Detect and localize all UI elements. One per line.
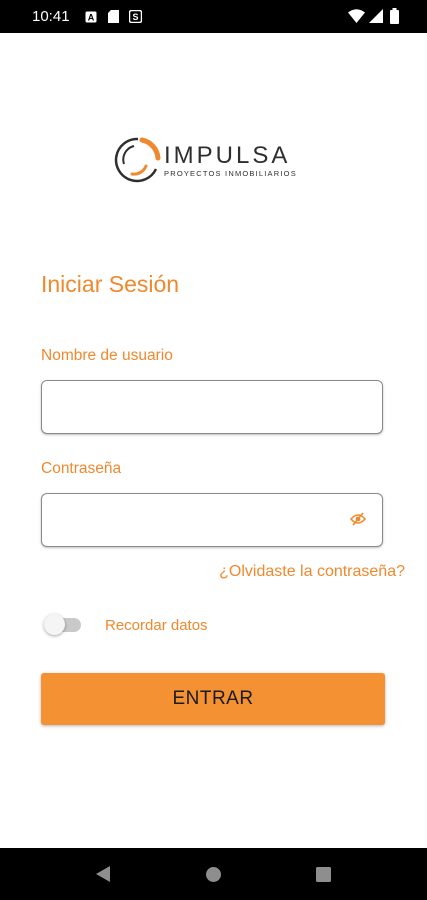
status-bar: 10:41 A S (0, 0, 427, 33)
username-label: Nombre de usuario (41, 347, 173, 364)
wifi-icon (348, 9, 365, 28)
logo-tagline: PROYECTOS INMOBILIARIOS (164, 169, 297, 178)
login-button[interactable]: ENTRAR (41, 673, 385, 725)
s-circle-icon: S (128, 9, 143, 28)
navigation-bar (0, 848, 427, 900)
signal-icon (369, 9, 383, 28)
back-icon[interactable] (96, 866, 110, 887)
eye-off-icon[interactable] (349, 512, 367, 531)
password-input[interactable] (54, 494, 338, 548)
page-title: Iniciar Sesión (41, 271, 180, 297)
recents-icon[interactable] (316, 867, 331, 887)
password-field[interactable] (41, 493, 383, 548)
status-time: 10:41 (32, 8, 70, 25)
remember-toggle[interactable] (44, 614, 65, 635)
logo-swirl-icon (114, 137, 161, 183)
username-field[interactable] (41, 380, 383, 435)
logo-name: IMPULSA (164, 142, 291, 169)
password-label: Contraseña (41, 460, 122, 477)
sim-card-icon (108, 10, 119, 28)
svg-text:S: S (132, 12, 138, 22)
username-input[interactable] (54, 381, 338, 435)
svg-text:A: A (88, 13, 95, 23)
remember-label: Recordar datos (105, 617, 208, 634)
forgot-password-link[interactable]: ¿Olvidaste la contraseña? (219, 563, 405, 581)
a-icon: A (85, 10, 97, 28)
battery-icon (390, 8, 399, 29)
impulsa-logo: IMPULSA PROYECTOS INMOBILIARIOS (112, 136, 316, 184)
home-icon[interactable] (206, 867, 221, 887)
